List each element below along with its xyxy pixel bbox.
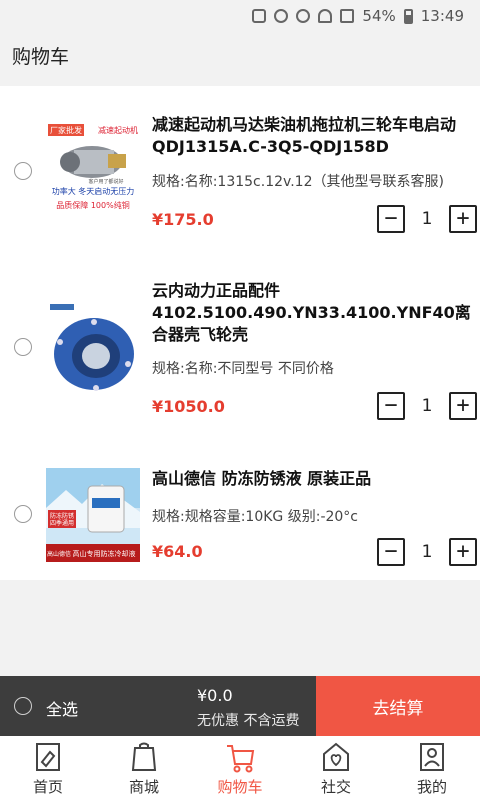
increase-button[interactable]: +: [449, 538, 477, 566]
tab-label: 社交: [320, 778, 351, 796]
cart-item: 防冻防锈 四季通用 高山德信 高山专用防冻冷却液 高山德信 防冻防锈液 原装正品…: [0, 456, 480, 580]
product-spec: 规格:规格容量:10KG 级别:-20°c: [152, 509, 359, 525]
thumb-line1: 高山专用防冻冷却液: [73, 549, 136, 558]
quantity-stepper: − 1 +: [377, 537, 477, 567]
product-price: ¥175.0: [152, 210, 214, 229]
thumb-brand: 高山德信: [47, 550, 71, 558]
status-bar: 54% 13:49: [0, 0, 480, 32]
wifi-icon: [318, 9, 333, 23]
total-price: ¥0.0: [197, 686, 233, 705]
battery-percent: 54%: [362, 7, 396, 25]
thumb-tag2: 四季通用: [50, 519, 74, 527]
quantity-value[interactable]: 1: [412, 209, 442, 229]
product-name[interactable]: 减速起动机马达柴油机拖拉机三轮车电启动QDJ1315A.C-3Q5-QDJ158…: [152, 114, 472, 158]
select-all-radio[interactable]: [14, 697, 32, 715]
thumb-tag: 防冻防锈: [50, 512, 74, 520]
decrease-button[interactable]: −: [377, 538, 405, 566]
cart-icon: [227, 745, 255, 773]
increase-button[interactable]: +: [449, 205, 477, 233]
item-select-radio[interactable]: [14, 505, 32, 523]
quantity-stepper: − 1 +: [377, 204, 477, 234]
product-image[interactable]: 防冻防锈 四季通用 高山德信 高山专用防冻冷却液: [46, 468, 140, 562]
thumb-line1: 功率大 冬天启动无压力: [52, 186, 135, 196]
item-select-radio[interactable]: [14, 338, 32, 356]
home-icon: [36, 743, 60, 771]
tab-label: 首页: [32, 778, 63, 796]
battery-icon: [403, 8, 413, 24]
alarm-icon: [296, 9, 311, 23]
decrease-button[interactable]: −: [377, 205, 405, 233]
title-bar: 购物车: [0, 32, 480, 78]
product-spec: 规格:名称:不同型号 不同价格: [152, 361, 334, 377]
notification-icon: [252, 9, 267, 23]
quantity-stepper: − 1 +: [377, 391, 477, 421]
shopping-bag-icon: [131, 742, 157, 771]
thumb-line2: 品质保障 100%纯铜: [56, 200, 129, 210]
product-image[interactable]: 厂家批发 减速起动机 客户用了都说好 功率大 冬天启动无压力 品质保障 100%…: [46, 122, 140, 216]
tab-profile[interactable]: 我的: [384, 736, 480, 800]
tab-bar: 首页 商城 购物车 社交 我的: [0, 736, 480, 800]
tab-label: 商城: [128, 778, 159, 796]
select-all-label[interactable]: 全选: [46, 696, 78, 720]
product-name[interactable]: 高山德信 防冻防锈液 原装正品: [152, 468, 472, 490]
product-name[interactable]: 云内动力正品配件4102.5100.490.YN33.4100.YNF40离合器…: [152, 280, 472, 346]
product-spec: 规格:名称:1315c.12v.12（其他型号联系客服): [152, 174, 444, 190]
decrease-button[interactable]: −: [377, 392, 405, 420]
tab-label: 购物车: [217, 778, 263, 796]
checkout-bar: 全选 ¥0.0 无优惠 不含运费 去结算: [0, 676, 480, 736]
thumb-badge-left: 厂家批发: [50, 125, 82, 135]
mute-icon: [274, 9, 289, 23]
increase-button[interactable]: +: [449, 392, 477, 420]
checkout-summary: 全选 ¥0.0 无优惠 不含运费: [0, 676, 316, 736]
quantity-value[interactable]: 1: [412, 396, 442, 416]
thumb-badge-right: 减速起动机: [98, 125, 138, 135]
tab-home[interactable]: 首页: [0, 736, 96, 800]
signal-icon: [340, 9, 355, 23]
product-image[interactable]: [46, 302, 140, 396]
cart-item: 云内动力正品配件4102.5100.490.YN33.4100.YNF40离合器…: [0, 266, 480, 436]
clock: 13:49: [420, 7, 464, 25]
tab-social[interactable]: 社交: [288, 736, 384, 800]
checkout-button[interactable]: 去结算: [316, 676, 480, 736]
tab-mall[interactable]: 商城: [96, 736, 192, 800]
social-icon: [323, 742, 349, 771]
product-price: ¥64.0: [152, 542, 203, 561]
tab-label: 我的: [416, 778, 447, 796]
profile-icon: [420, 743, 444, 771]
discount-note: 无优惠 不含运费: [197, 713, 300, 729]
tab-cart[interactable]: 购物车: [192, 736, 288, 800]
cart-item: 厂家批发 减速起动机 客户用了都说好 功率大 冬天启动无压力 品质保障 100%…: [0, 86, 480, 256]
cart-list: 厂家批发 减速起动机 客户用了都说好 功率大 冬天启动无压力 品质保障 100%…: [0, 86, 480, 580]
quantity-value[interactable]: 1: [412, 542, 442, 562]
thumb-caption: 客户用了都说好: [88, 178, 123, 185]
product-price: ¥1050.0: [152, 397, 225, 416]
page-title: 购物车: [12, 45, 70, 68]
item-select-radio[interactable]: [14, 162, 32, 180]
